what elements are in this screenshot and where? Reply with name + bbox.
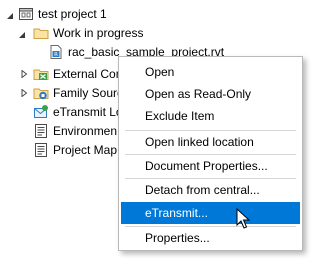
- tree-item-etransmit-log[interactable]: eTransmit Lo: [33, 102, 123, 122]
- document-list-icon: [33, 142, 49, 158]
- menu-item-exclude-item[interactable]: Exclude Item: [121, 105, 300, 127]
- tree-item-label: External Con: [53, 67, 123, 81]
- tree-item-label: Project Map: [53, 143, 118, 157]
- expand-arrow-icon[interactable]: [20, 70, 28, 78]
- etransmit-icon: [33, 104, 49, 120]
- menu-item-open-read-only[interactable]: Open as Read-Only: [121, 83, 300, 105]
- document-list-icon: [33, 123, 49, 139]
- folder-icon: [33, 25, 49, 41]
- context-menu: Open Open as Read-Only Exclude Item Open…: [118, 56, 303, 251]
- menu-item-properties[interactable]: Properties...: [121, 227, 300, 249]
- project-name: test project 1: [38, 7, 107, 21]
- tree-item-work-in-progress[interactable]: Work in progress: [33, 23, 143, 43]
- tree-item-label: Family Sourc: [53, 86, 124, 100]
- menu-item-open[interactable]: Open: [121, 61, 300, 83]
- tree-root-project[interactable]: test project 1: [18, 4, 107, 24]
- family-source-icon: [33, 85, 49, 101]
- expand-arrow-icon[interactable]: [20, 89, 28, 97]
- tree-item-label: Work in progress: [53, 26, 144, 40]
- tree-item-external-con[interactable]: External Con: [33, 64, 122, 84]
- menu-item-document-properties[interactable]: Document Properties...: [121, 155, 300, 177]
- tree-item-project-map[interactable]: Project Map: [33, 140, 117, 160]
- external-content-icon: [33, 66, 49, 82]
- menu-item-etransmit[interactable]: eTransmit...: [121, 202, 300, 224]
- collapse-arrow-icon[interactable]: [18, 31, 26, 39]
- tree-item-label: Environmen: [53, 124, 118, 138]
- mouse-pointer-icon: [236, 208, 250, 229]
- collapse-arrow-icon[interactable]: [6, 12, 14, 20]
- menu-item-open-linked-location[interactable]: Open linked location: [121, 131, 300, 153]
- tree-item-family-source[interactable]: Family Sourc: [33, 83, 123, 103]
- tree-item-environment[interactable]: Environmen: [33, 121, 117, 141]
- revit-file-icon: R: [48, 44, 64, 60]
- tree-item-label: eTransmit Lo: [53, 105, 123, 119]
- svg-text:R: R: [54, 52, 58, 58]
- project-icon: [18, 6, 34, 22]
- menu-item-detach-from-central[interactable]: Detach from central...: [121, 179, 300, 201]
